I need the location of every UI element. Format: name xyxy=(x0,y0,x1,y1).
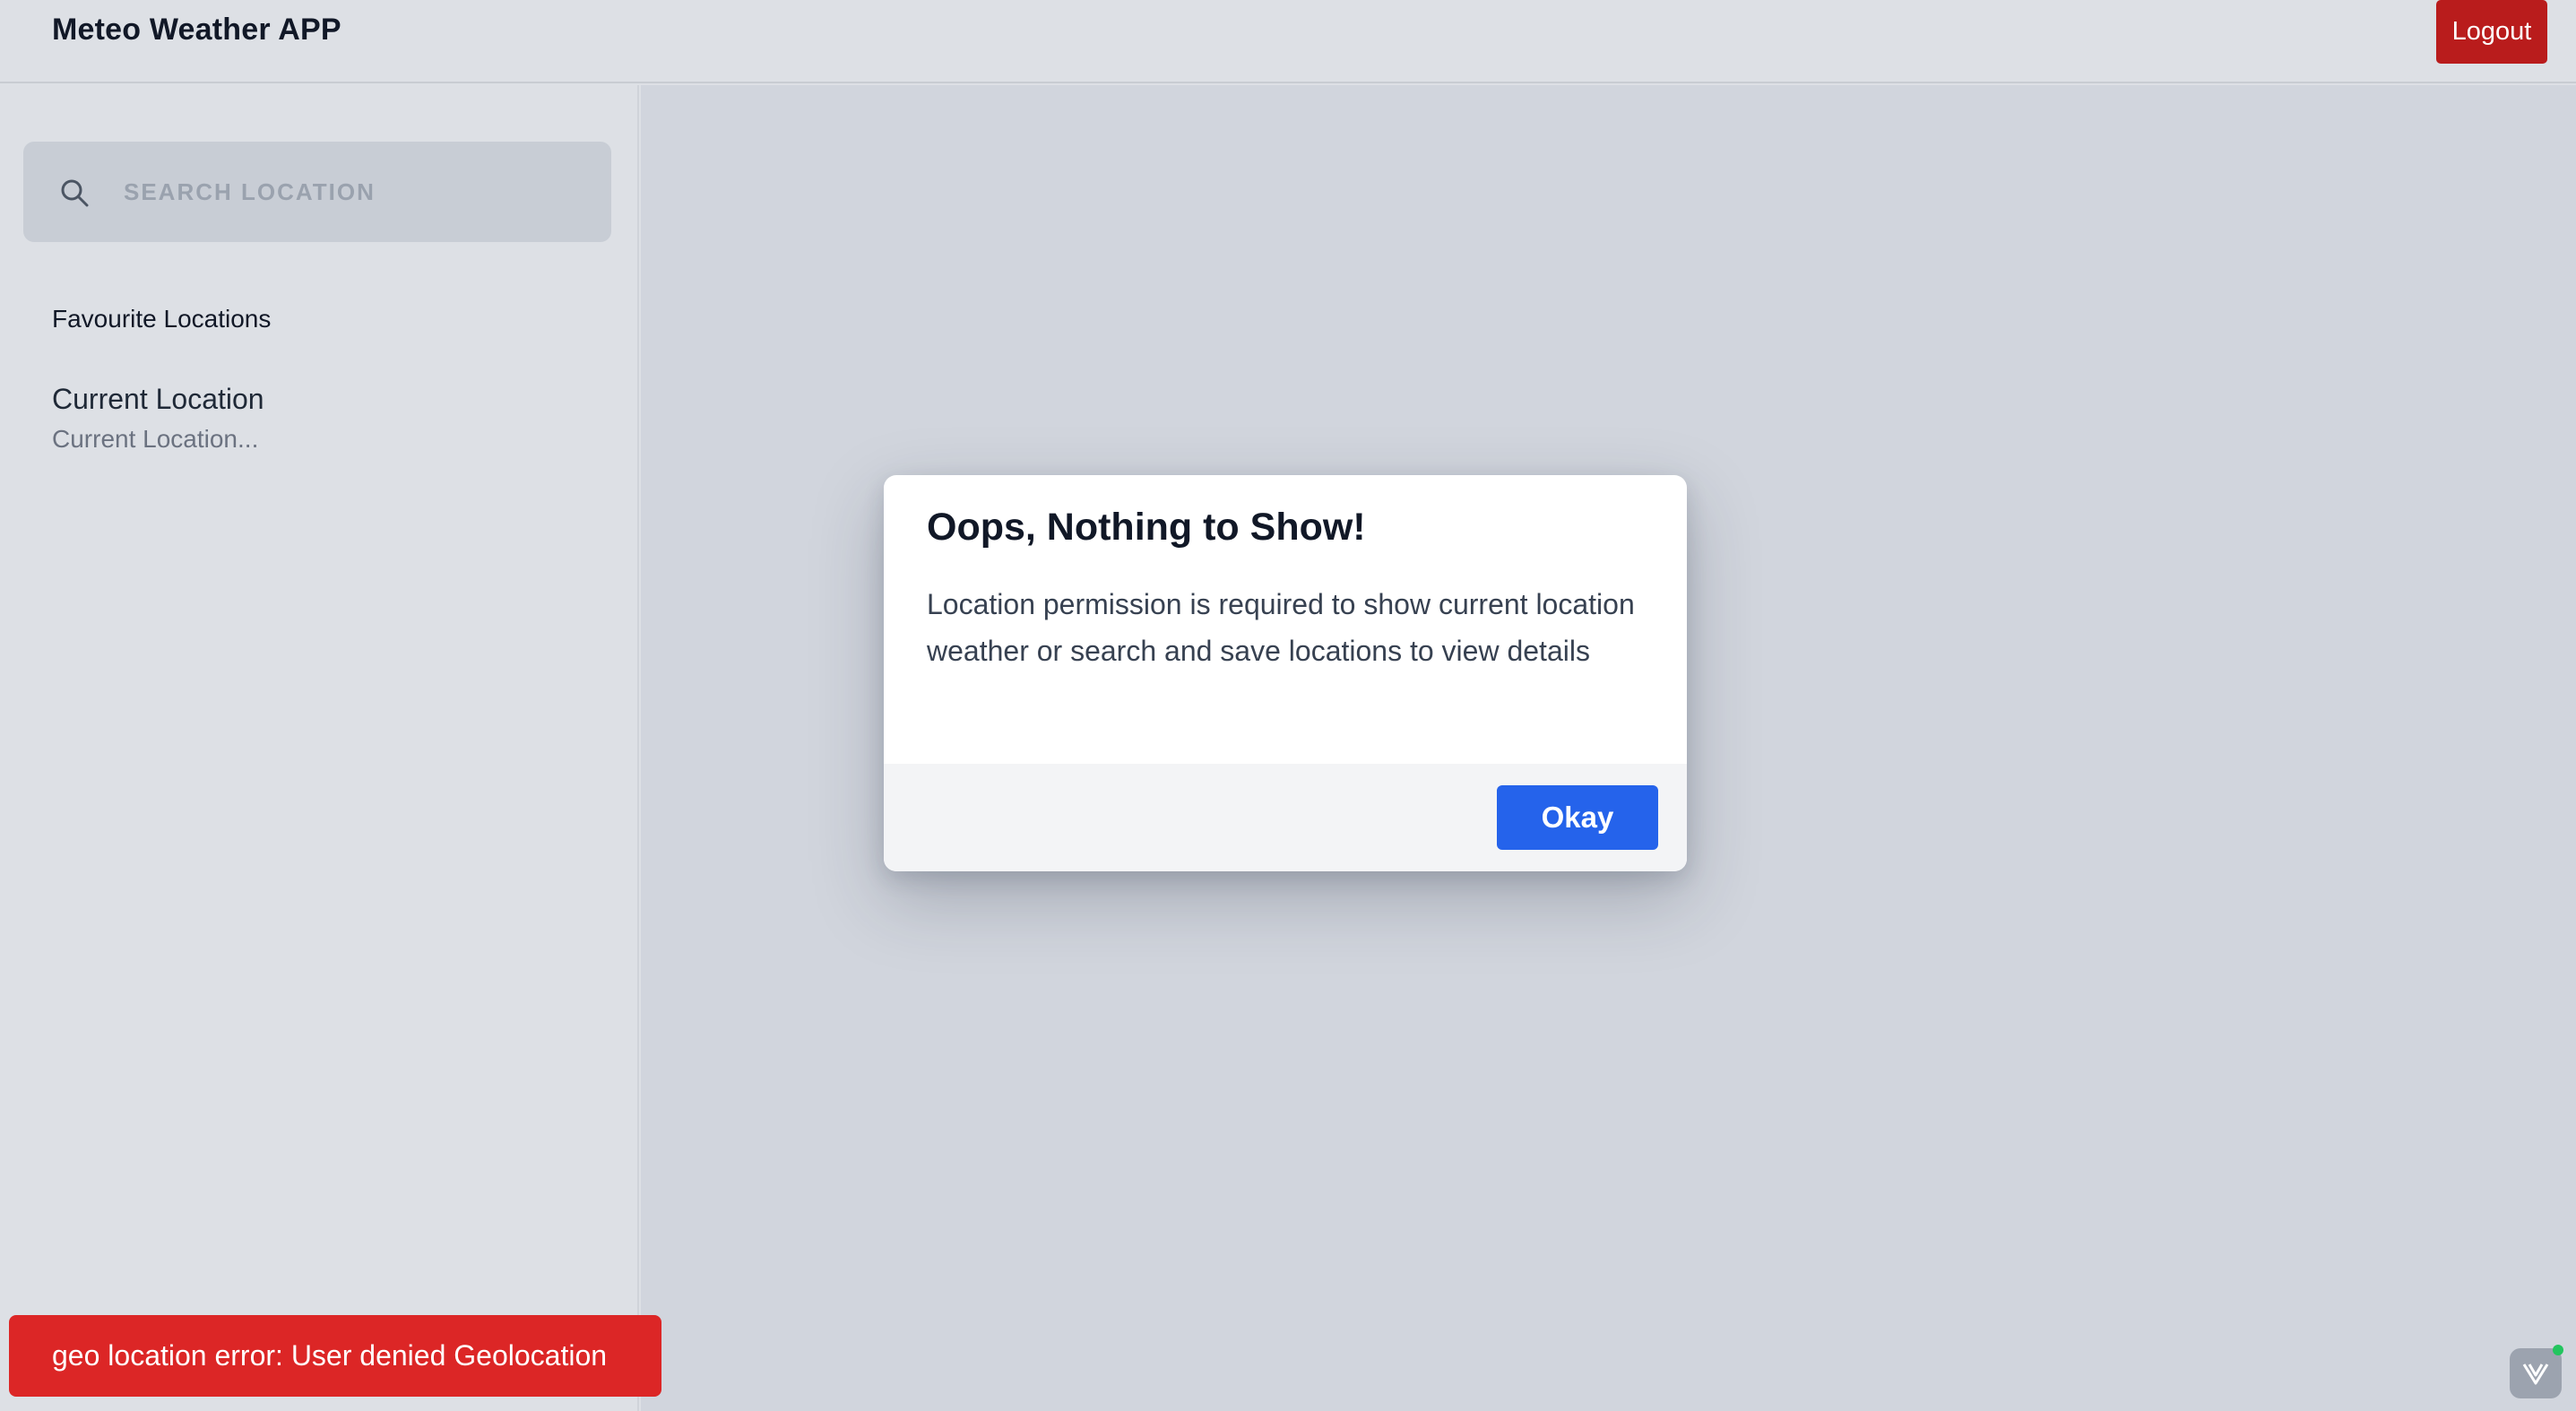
error-toast[interactable]: geo location error: User denied Geolocat… xyxy=(9,1315,661,1397)
app-header: Meteo Weather APP Logout xyxy=(0,0,2576,83)
logout-button[interactable]: Logout xyxy=(2436,0,2547,64)
search-icon xyxy=(61,179,89,207)
modal-footer: Okay xyxy=(884,764,1687,871)
favourite-locations-heading: Favourite Locations xyxy=(52,305,272,333)
search-input[interactable] xyxy=(122,142,588,242)
search-box[interactable] xyxy=(23,142,611,242)
location-name: Current Location xyxy=(52,383,264,415)
vue-devtools-button[interactable] xyxy=(2510,1345,2563,1398)
app-title: Meteo Weather APP xyxy=(52,13,341,47)
permission-modal: Oops, Nothing to Show! Location permissi… xyxy=(884,475,1687,871)
okay-button[interactable]: Okay xyxy=(1497,785,1658,850)
location-subtitle: Current Location... xyxy=(52,425,259,453)
app-page: Meteo Weather APP Logout Favourite Locat… xyxy=(0,0,2576,1411)
vue-devtools-icon xyxy=(2522,1363,2549,1385)
location-item-current[interactable]: Current Location Current Location... xyxy=(52,383,590,454)
modal-title: Oops, Nothing to Show! xyxy=(927,506,1366,549)
modal-body: Location permission is required to show … xyxy=(927,588,1635,667)
status-dot xyxy=(2553,1345,2563,1355)
sidebar: Favourite Locations Current Location Cur… xyxy=(0,85,639,1411)
